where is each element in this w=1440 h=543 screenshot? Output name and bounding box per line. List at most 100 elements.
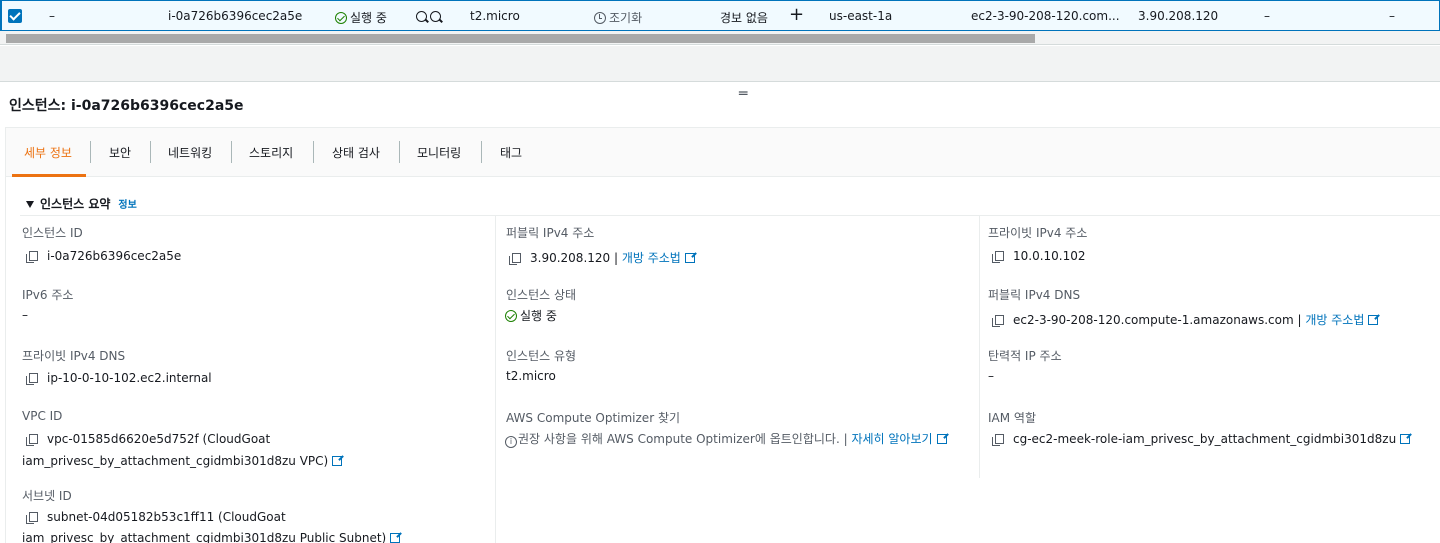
public-ipv4-text: 3.90.208.120 xyxy=(530,251,611,265)
zoom-in-icon[interactable] xyxy=(416,9,427,23)
external-link-icon[interactable] xyxy=(684,253,695,263)
optimizer-text: 권장 사항을 위해 AWS Compute Optimizer에 옵트인합니다.… xyxy=(518,432,848,446)
iam-role-text[interactable]: cg-ec2-meek-role-iam_privesc_by_attachme… xyxy=(1013,432,1396,446)
copy-icon[interactable] xyxy=(26,373,38,385)
resize-handle-icon[interactable]: ═ xyxy=(739,86,748,102)
ipv6-cell: – xyxy=(1389,9,1395,23)
vpc-id-link[interactable]: vpc-01585d6620e5d752f (CloudGoat xyxy=(26,432,270,446)
instance-type-value: t2.micro xyxy=(506,369,556,383)
divider xyxy=(20,215,1440,216)
tab-details[interactable]: 세부 정보 xyxy=(24,144,72,161)
instance-id-text: i-0a726b6396cec2a5e xyxy=(47,249,182,263)
subnet-id-label: 서브넷 ID xyxy=(22,489,72,503)
elastic-ip-value: – xyxy=(988,369,994,383)
info-link[interactable]: 정보 xyxy=(118,200,136,211)
public-ip-cell: 3.90.208.120 xyxy=(1138,9,1219,23)
private-dns-value: ip-10-0-10-102.ec2.internal xyxy=(26,371,212,385)
tab-divider xyxy=(481,141,482,163)
status-check-cell: 조기화 xyxy=(594,9,642,26)
vpc-id-label: VPC ID xyxy=(22,409,63,423)
instance-state-text: 실행 중 xyxy=(350,11,387,25)
tab-divider xyxy=(231,141,232,163)
instance-id-link[interactable]: i-0a726b6396cec2a5e xyxy=(168,9,302,23)
vpc-id-link-line2[interactable]: iam_privesc_by_attachment_cgidmbi301d8zu… xyxy=(22,454,343,468)
optimizer-value: i 권장 사항을 위해 AWS Compute Optimizer에 옵트인합니다… xyxy=(505,430,947,448)
instance-table-row[interactable]: – i-0a726b6396cec2a5e 실행 중 t2.micro 조기화 … xyxy=(0,0,1440,31)
public-ipv4-value: 3.90.208.120 | 개방 주소법 xyxy=(509,249,695,266)
instance-details-panel: 세부 정보 보안 네트워킹 스토리지 상태 검사 모니터링 태그 인스턴스 요약… xyxy=(5,127,1440,543)
instance-state-detail-text: 실행 중 xyxy=(520,309,557,323)
instance-state-value: 실행 중 xyxy=(505,307,557,324)
tab-bar: 세부 정보 보안 네트워킹 스토리지 상태 검사 모니터링 태그 xyxy=(6,128,1440,177)
external-link-icon[interactable] xyxy=(936,434,947,444)
copy-icon[interactable] xyxy=(26,251,38,263)
private-ipv4-label: 프라이빗 IPv4 주소 xyxy=(988,226,1088,240)
check-circle-icon xyxy=(335,12,347,24)
instance-id-label: 인스턴스 ID xyxy=(22,226,83,240)
copy-icon[interactable] xyxy=(992,434,1004,446)
external-link-icon[interactable] xyxy=(1400,434,1411,444)
ipv6-label: IPv6 주소 xyxy=(22,288,74,302)
subnet-id-text-line2[interactable]: iam_privesc_by_attachment_cgidmbi301d8zu… xyxy=(22,531,386,543)
tab-tags[interactable]: 태그 xyxy=(500,144,522,161)
clock-icon xyxy=(594,12,606,24)
copy-icon[interactable] xyxy=(992,315,1004,327)
external-link-icon[interactable] xyxy=(390,533,401,543)
public-dns-label: 퍼블릭 IPv4 DNS xyxy=(988,288,1081,302)
page-title: 인스턴스: i-0a726b6396cec2a5e xyxy=(9,95,244,115)
add-alarm-icon[interactable]: + xyxy=(789,4,804,25)
external-link-icon[interactable] xyxy=(1368,315,1379,325)
copy-icon[interactable] xyxy=(26,434,38,446)
open-address-link[interactable]: 개방 주소법 xyxy=(622,251,681,265)
instance-state-label: 인스턴스 상태 xyxy=(506,288,577,302)
copy-icon[interactable] xyxy=(509,253,521,265)
public-dns-cell: ec2-3-90-208-120.com... xyxy=(971,9,1120,23)
row-checkbox[interactable] xyxy=(8,9,22,23)
elastic-ip-cell: – xyxy=(1264,9,1270,23)
public-ipv4-label: 퍼블릭 IPv4 주소 xyxy=(506,226,595,240)
subnet-id-text[interactable]: subnet-04d05182b53c1ff11 (CloudGoat xyxy=(47,510,286,524)
table-footer-area xyxy=(0,46,1440,82)
title-instance-id: i-0a726b6396cec2a5e xyxy=(71,98,244,114)
tab-monitoring[interactable]: 모니터링 xyxy=(417,144,461,161)
subnet-id-link[interactable]: subnet-04d05182b53c1ff11 (CloudGoat xyxy=(26,510,286,524)
vpc-id-text-line2[interactable]: iam_privesc_by_attachment_cgidmbi301d8zu… xyxy=(22,454,328,468)
iam-role-label: IAM 역할 xyxy=(988,411,1036,425)
availability-zone-cell: us-east-1a xyxy=(829,9,893,23)
tab-divider xyxy=(150,141,151,163)
subnet-id-link-line2[interactable]: iam_privesc_by_attachment_cgidmbi301d8zu… xyxy=(22,531,401,543)
instance-name-cell: – xyxy=(49,9,55,23)
column-divider xyxy=(495,216,496,543)
vpc-id-text[interactable]: vpc-01585d6620e5d752f (CloudGoat xyxy=(47,432,270,446)
private-dns-text: ip-10-0-10-102.ec2.internal xyxy=(47,371,212,385)
check-circle-icon xyxy=(505,310,517,322)
iam-role-link[interactable]: cg-ec2-meek-role-iam_privesc_by_attachme… xyxy=(992,432,1411,446)
info-icon: i xyxy=(505,436,517,448)
horizontal-scrollbar[interactable] xyxy=(0,31,1440,45)
caret-down-icon xyxy=(26,201,34,208)
learn-more-link[interactable]: 자세히 알아보기 xyxy=(851,432,932,446)
private-ipv4-value: 10.0.10.102 xyxy=(992,249,1086,263)
status-check-text: 조기화 xyxy=(609,11,643,25)
public-dns-text: ec2-3-90-208-120.compute-1.amazonaws.com xyxy=(1013,313,1294,327)
private-dns-label: 프라이빗 IPv4 DNS xyxy=(22,349,126,363)
tab-networking[interactable]: 네트워킹 xyxy=(168,144,212,161)
active-tab-indicator xyxy=(12,174,86,177)
tab-status-checks[interactable]: 상태 검사 xyxy=(332,144,380,161)
instance-type-label: 인스턴스 유형 xyxy=(506,349,577,363)
instance-id-value: i-0a726b6396cec2a5e xyxy=(26,249,182,263)
instance-state-cell: 실행 중 xyxy=(335,9,387,26)
scrollbar-thumb[interactable] xyxy=(6,34,1035,43)
copy-icon[interactable] xyxy=(992,251,1004,263)
tab-divider xyxy=(90,141,91,163)
tab-divider xyxy=(313,141,314,163)
private-ipv4-text: 10.0.10.102 xyxy=(1013,249,1086,263)
zoom-out-icon[interactable] xyxy=(430,9,441,23)
instance-summary-header[interactable]: 인스턴스 요약 정보 xyxy=(26,195,137,212)
tab-storage[interactable]: 스토리지 xyxy=(249,144,293,161)
external-link-icon[interactable] xyxy=(332,456,343,466)
alarm-status-cell: 경보 없음 xyxy=(720,11,768,25)
tab-security[interactable]: 보안 xyxy=(109,144,131,161)
open-address-link[interactable]: 개방 주소법 xyxy=(1305,313,1364,327)
copy-icon[interactable] xyxy=(26,512,38,524)
